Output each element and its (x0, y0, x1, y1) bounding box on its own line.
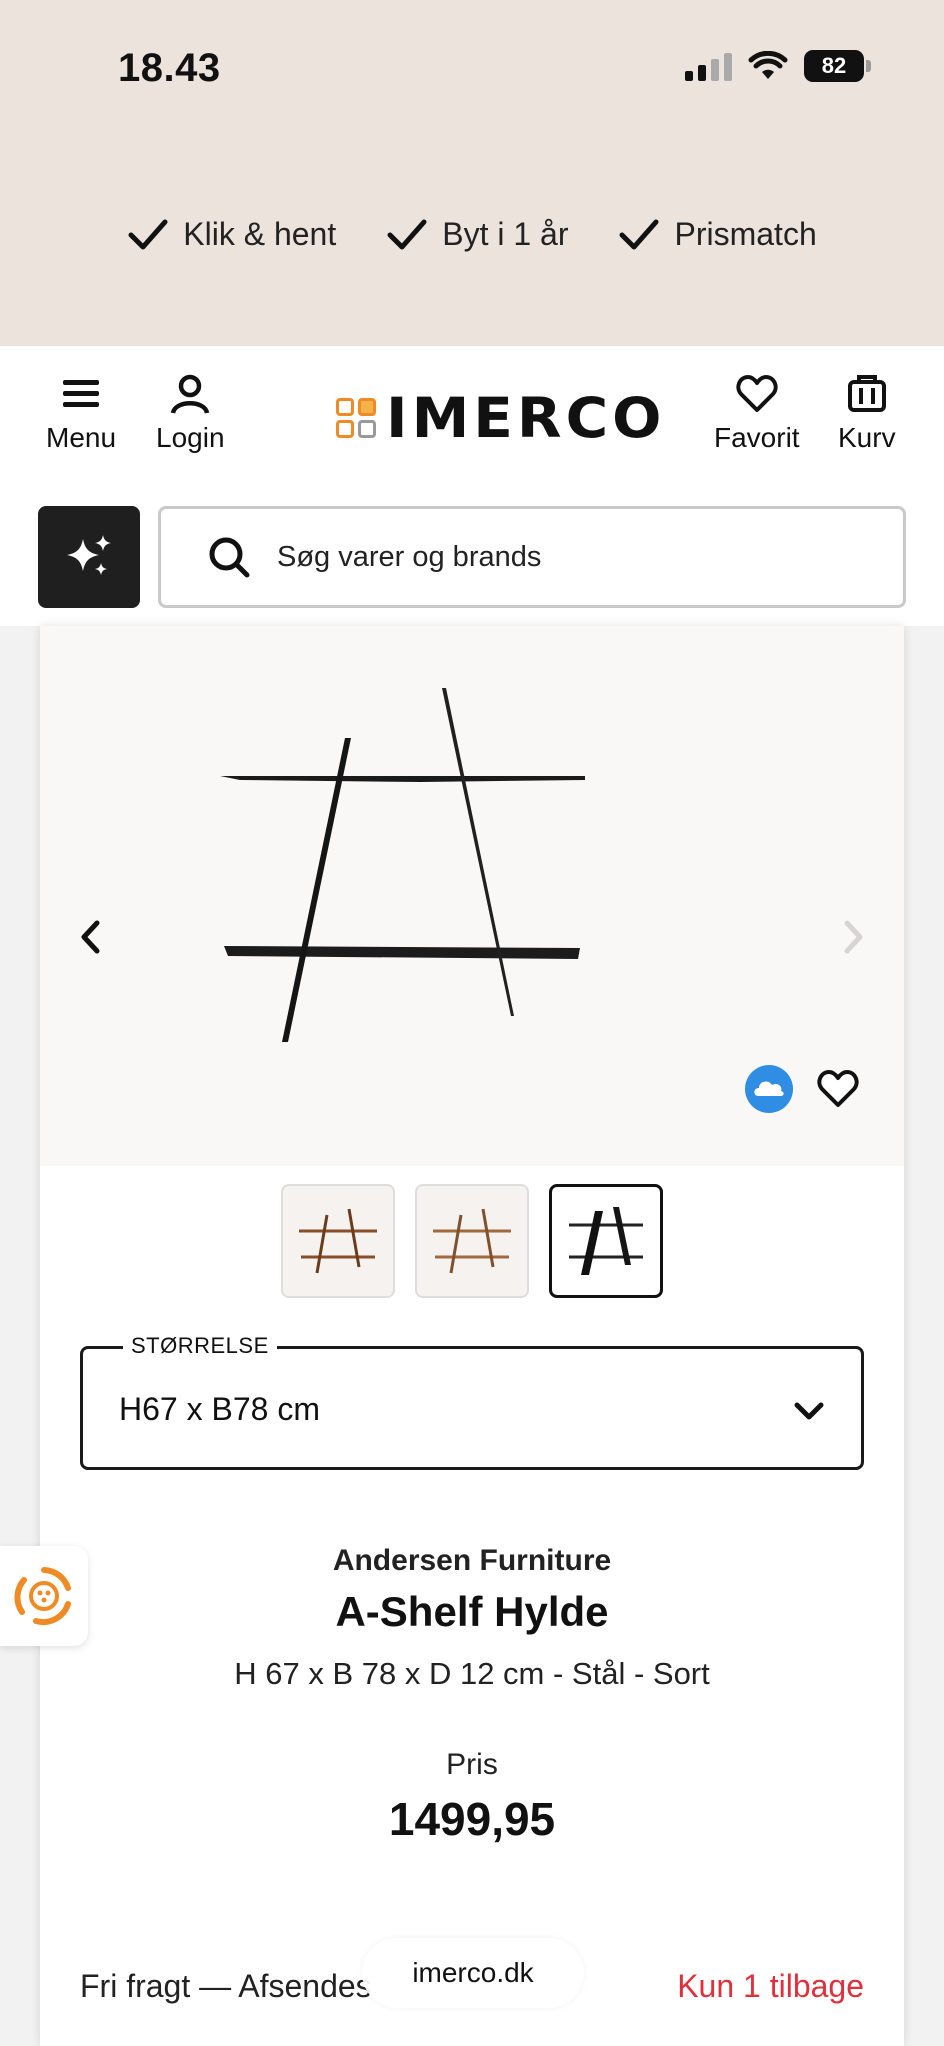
product-price: 1499,95 (388, 1793, 556, 1845)
ai-assistant-button[interactable] (38, 506, 140, 608)
size-select[interactable]: STØRRELSE H67 x B78 cm (80, 1333, 864, 1470)
size-value: H67 x B78 cm (119, 1391, 320, 1427)
price-label: Pris (446, 1748, 498, 1781)
login-label: Login (156, 422, 225, 453)
stock-status: Kun 1 tilbage (677, 1968, 864, 2004)
logo-mark-icon (336, 398, 376, 438)
favorites-button[interactable]: Favorit (714, 372, 800, 454)
product-card: STØRRELSE H67 x B78 cm Andersen Furnitur… (40, 626, 904, 2046)
search-icon (209, 537, 250, 578)
gallery-next-button[interactable] (834, 912, 874, 962)
battery-icon: 82 (804, 50, 871, 82)
shelf-thumbnail-icon (569, 1207, 643, 1275)
top-band: 18.43 82 Klik & hent Byt i 1 år Prismatc… (0, 0, 944, 346)
chevron-left-icon (81, 920, 100, 954)
usp-row: Klik & hent Byt i 1 år Prismatch (0, 216, 944, 253)
status-icons: 82 (685, 50, 871, 82)
usp-item: Klik & hent (127, 216, 336, 253)
chevron-down-icon (794, 1402, 824, 1420)
menu-button[interactable]: Menu (46, 372, 116, 454)
refresh-cycle-icon (14, 1567, 71, 1626)
usp-label: Klik & hent (183, 216, 337, 252)
thumbnail-2[interactable] (415, 1184, 529, 1298)
logo-text: IMERCO (386, 385, 666, 451)
heart-icon (736, 375, 778, 412)
product-gallery[interactable] (40, 626, 904, 1166)
product-brand[interactable]: Andersen Furniture (40, 1544, 904, 1578)
gallery-actions (744, 1064, 860, 1114)
floating-widget-button[interactable] (0, 1546, 88, 1646)
search-box[interactable] (158, 506, 906, 608)
shelf-thumbnail-icon (299, 1208, 377, 1274)
size-legend: STØRRELSE (123, 1333, 277, 1359)
login-button[interactable]: Login (156, 372, 225, 454)
chevron-right-icon (844, 920, 863, 954)
cart-button[interactable]: Kurv (838, 372, 896, 454)
usp-label: Prismatch (674, 216, 817, 252)
usp-item: Prismatch (618, 216, 817, 253)
signal-icon (685, 51, 732, 81)
imerco-logo[interactable]: IMERCO (336, 384, 665, 452)
wifi-icon (748, 51, 788, 79)
check-icon (387, 219, 427, 249)
hamburger-icon (63, 380, 100, 407)
product-image (220, 688, 585, 1042)
favorites-label: Favorit (714, 422, 800, 453)
thumbnail-row (40, 1184, 904, 1298)
basket-icon (847, 375, 886, 412)
user-icon (171, 374, 210, 414)
wishlist-heart-icon[interactable] (816, 1067, 860, 1111)
menu-label: Menu (46, 422, 117, 453)
search-row (0, 486, 944, 626)
product-spec: H 67 x B 78 x D 12 cm - Stål - Sort (234, 1656, 710, 1691)
site-header: Menu Login IMERCO Favorit Kurv (0, 346, 944, 486)
shelf-thumbnail-icon (433, 1208, 511, 1274)
usp-item: Byt i 1 år (386, 216, 568, 253)
shipping-info: Fri fragt — Afsendes (80, 1968, 372, 2004)
product-title: A-Shelf Hylde (335, 1588, 609, 1635)
cart-label: Kurv (838, 422, 896, 453)
cloud-icon[interactable] (744, 1064, 794, 1114)
sparkle-icon (67, 535, 111, 575)
status-time: 18.43 (118, 46, 221, 90)
thumbnail-3[interactable] (549, 1184, 663, 1298)
check-icon (128, 219, 168, 249)
usp-label: Byt i 1 år (442, 216, 569, 252)
thumbnail-1[interactable] (281, 1184, 395, 1298)
gallery-prev-button[interactable] (70, 912, 110, 962)
browser-url-bar[interactable]: imerco.dk (362, 1938, 584, 2008)
check-icon (619, 219, 659, 249)
search-input[interactable] (277, 540, 777, 574)
